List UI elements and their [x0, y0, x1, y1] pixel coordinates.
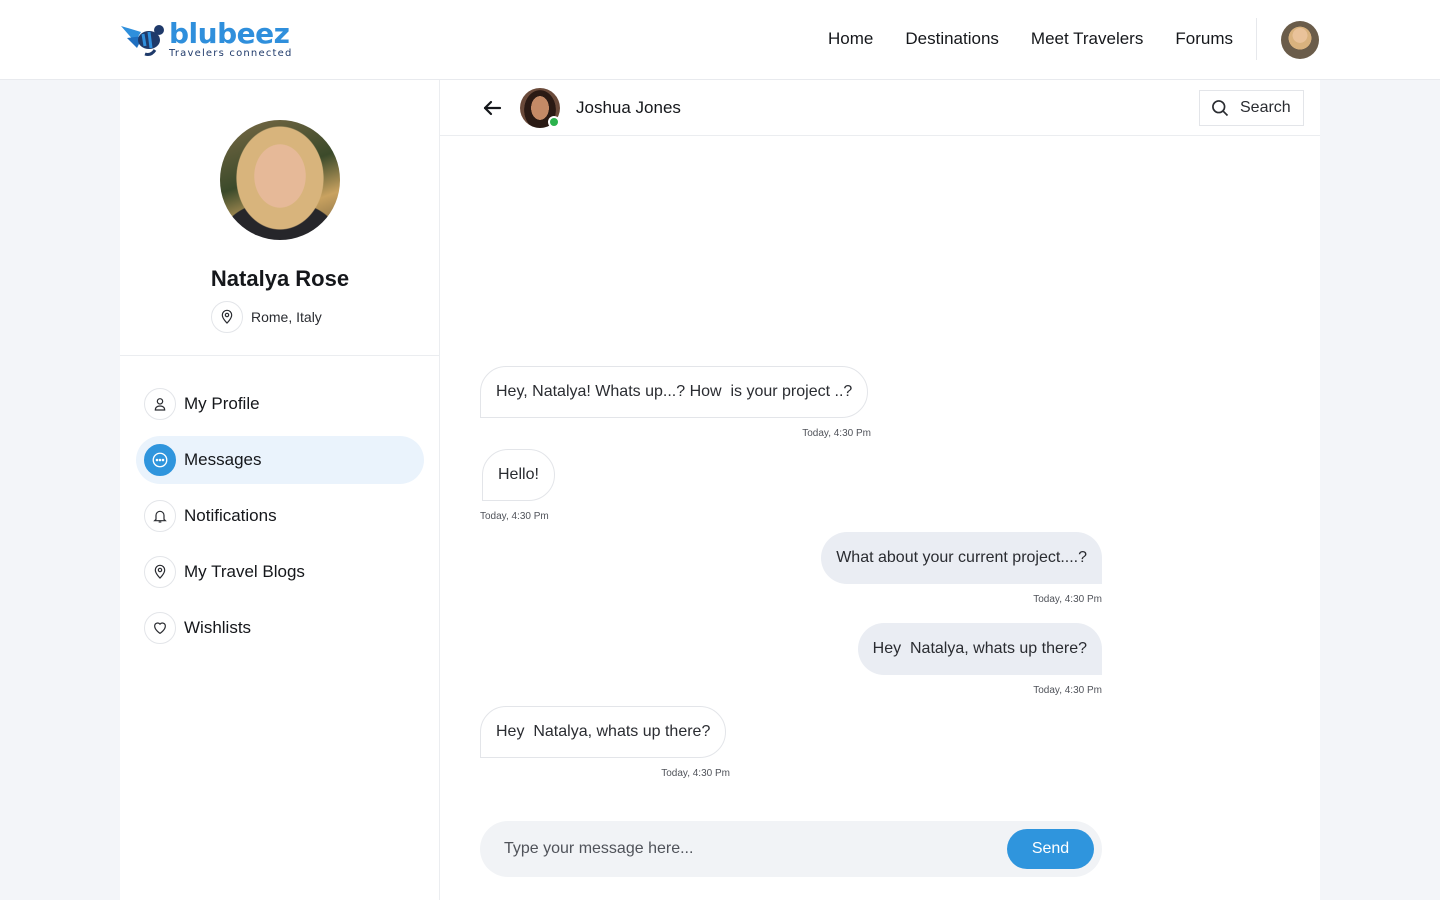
message-text: Hey Natalya, whats up there?: [872, 640, 1087, 657]
online-status-badge: [548, 116, 560, 128]
sidebar-item-notifications[interactable]: Notifications: [136, 492, 424, 540]
main-nav: Home Destinations Meet Travelers Forums: [828, 29, 1233, 49]
sidebar-item-label: Notifications: [184, 506, 277, 525]
profile-card: Natalya Rose Rome, Italy: [120, 80, 439, 356]
message-text: Hello!: [498, 466, 539, 483]
brand-tagline: Travelers connected: [169, 48, 293, 59]
profile-name: Natalya Rose: [210, 266, 350, 291]
send-button[interactable]: Send: [1007, 829, 1094, 869]
sidebar-item-wishlists[interactable]: Wishlists: [136, 604, 424, 652]
back-arrow-icon[interactable]: [480, 96, 504, 120]
brand-name: blubeez: [169, 17, 290, 50]
nav-destinations[interactable]: Destinations: [905, 29, 999, 49]
message-timestamp: Today, 4:30 Pm: [1033, 685, 1102, 696]
message-bubble: Hey Natalya, whats up there?: [857, 623, 1102, 675]
profile-location: Rome, Italy: [211, 301, 322, 333]
user-avatar[interactable]: [1281, 21, 1319, 59]
nav-meet-travelers[interactable]: Meet Travelers: [1031, 29, 1143, 49]
message-bubble: Hey, Natalya! Whats up...? How is your p…: [480, 366, 869, 418]
sidebar-item-messages[interactable]: Messages: [136, 436, 424, 484]
map-pin-icon: [144, 556, 176, 588]
sidebar-item-label: My Profile: [184, 394, 260, 413]
contact-name[interactable]: Joshua Jones: [576, 98, 681, 118]
sidebar-item-my-travel-blogs[interactable]: My Travel Blogs: [136, 548, 424, 596]
brand-logo[interactable]: blubeez Travelers connected: [119, 20, 293, 59]
message-timestamp: Today, 4:30 Pm: [1033, 594, 1102, 605]
search-icon: [1212, 100, 1229, 117]
heart-icon: [144, 612, 176, 644]
sidebar-item-label: Wishlists: [184, 618, 252, 637]
sidebar: Natalya Rose Rome, Italy My Profile Mess…: [120, 80, 440, 900]
message-timestamp: Today, 4:30 Pm: [802, 428, 871, 439]
nav-forums[interactable]: Forums: [1175, 29, 1233, 49]
chat-panel: Joshua Jones Search Hey, Natalya! Whats …: [440, 80, 1320, 900]
top-navbar: blubeez Travelers connected Home Destina…: [0, 0, 1440, 80]
search-label: Search: [1240, 99, 1291, 116]
message-timestamp: Today, 4:30 Pm: [661, 768, 730, 779]
bell-icon: [144, 500, 176, 532]
profile-avatar: [220, 120, 340, 240]
sidebar-item-label: Messages: [184, 450, 262, 469]
chat-icon: [144, 444, 176, 476]
message-composer: Send: [480, 821, 1102, 877]
message-text: Hey Natalya, whats up there?: [496, 723, 711, 740]
search-button[interactable]: Search: [1199, 90, 1304, 126]
bee-logo-icon: [121, 25, 164, 56]
message-timestamp: Today, 4:30 Pm: [480, 511, 549, 522]
message-input[interactable]: [504, 837, 984, 861]
sidebar-menu: My Profile Messages Notifications My Tra…: [136, 380, 424, 660]
message-text: What about your current project....?: [836, 549, 1087, 566]
user-icon: [144, 388, 176, 420]
message-text: Hey, Natalya! Whats up...? How is your p…: [496, 383, 853, 400]
nav-home[interactable]: Home: [828, 29, 873, 49]
sidebar-item-my-profile[interactable]: My Profile: [136, 380, 424, 428]
chat-header: Joshua Jones Search: [440, 80, 1320, 136]
message-bubble: Hello!: [482, 449, 555, 501]
nav-divider: [1256, 18, 1257, 60]
message-bubble: Hey Natalya, whats up there?: [480, 706, 727, 758]
sidebar-item-label: My Travel Blogs: [184, 562, 305, 581]
location-text: Rome, Italy: [251, 309, 322, 325]
message-bubble: What about your current project....?: [821, 532, 1102, 584]
map-pin-icon: [211, 301, 243, 333]
